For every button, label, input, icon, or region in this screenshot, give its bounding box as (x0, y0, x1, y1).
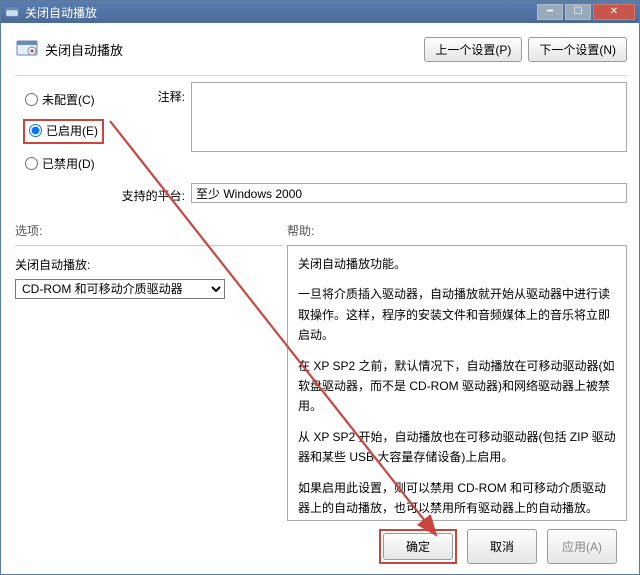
comment-label: 注释: (115, 82, 191, 183)
options-autoplay-label: 关闭自动播放: (15, 256, 283, 273)
section-headings: 选项: 帮助: (15, 222, 627, 239)
close-button[interactable]: ✕ (593, 4, 635, 20)
radio-disabled-label: 已禁用(D) (42, 155, 95, 172)
radio-enabled[interactable]: 已启用(E) (27, 121, 100, 140)
help-text: 在 XP SP2 之前，默认情况下，自动播放在可移动驱动器(如软盘驱动器，而不是… (298, 356, 616, 417)
help-text: 关闭自动播放功能。 (298, 254, 616, 274)
ok-button[interactable]: 确定 (383, 533, 453, 560)
radio-not-configured[interactable]: 未配置(C) (23, 90, 115, 109)
help-text: 如果启用此设置，则可以禁用 CD-ROM 和可移动介质驱动器上的自动播放，也可以… (298, 478, 616, 519)
content-area: 关闭自动播放 上一个设置(P) 下一个设置(N) 未配置(C) 已启用(E) (1, 23, 639, 574)
divider (15, 75, 627, 76)
annotation-ok-highlight: 确定 (379, 529, 457, 564)
radio-disabled[interactable]: 已禁用(D) (23, 154, 115, 173)
apply-button[interactable]: 应用(A) (547, 529, 617, 564)
prev-setting-button[interactable]: 上一个设置(P) (424, 37, 522, 62)
lower-panels: 关闭自动播放: CD-ROM 和可移动介质驱动器 关闭自动播放功能。 一旦将介质… (15, 245, 627, 521)
options-panel: 关闭自动播放: CD-ROM 和可移动介质驱动器 (15, 245, 283, 521)
comment-textarea[interactable] (191, 82, 627, 152)
policy-editor-window: 关闭自动播放 ━ ☐ ✕ 关闭自动播放 上一个设置(P) 下一个设置(N) 未配… (0, 0, 640, 575)
radio-disabled-input[interactable] (25, 157, 38, 170)
dialog-footer: 确定 取消 应用(A) (15, 521, 627, 564)
cancel-button[interactable]: 取消 (467, 529, 537, 564)
radio-not-configured-label: 未配置(C) (42, 91, 95, 108)
page-title: 关闭自动播放 (45, 40, 424, 59)
platform-field (191, 183, 627, 203)
minimize-button[interactable]: ━ (537, 4, 563, 20)
header-row: 关闭自动播放 上一个设置(P) 下一个设置(N) (15, 31, 627, 67)
options-heading: 选项: (15, 222, 287, 239)
help-text: 从 XP SP2 开始，自动播放也在可移动驱动器(包括 ZIP 驱动器和某些 U… (298, 427, 616, 468)
platform-label: 支持的平台: (115, 183, 191, 204)
config-area: 未配置(C) 已启用(E) 已禁用(D) 注释: 支持的平台: (15, 82, 627, 204)
app-icon (5, 5, 19, 19)
radio-not-configured-input[interactable] (25, 93, 38, 106)
radio-enabled-input[interactable] (29, 124, 42, 137)
autoplay-icon (15, 37, 39, 61)
annotation-enabled-highlight: 已启用(E) (23, 119, 104, 144)
autoplay-combo[interactable]: CD-ROM 和可移动介质驱动器 (15, 279, 225, 299)
radio-enabled-label: 已启用(E) (46, 122, 98, 139)
help-heading: 帮助: (287, 222, 627, 239)
window-title: 关闭自动播放 (25, 4, 97, 21)
config-radios: 未配置(C) 已启用(E) 已禁用(D) (15, 82, 115, 183)
help-text: 一旦将介质插入驱动器，自动播放就开始从驱动器中进行读取操作。这样，程序的安装文件… (298, 284, 616, 345)
title-bar: 关闭自动播放 ━ ☐ ✕ (1, 1, 639, 23)
next-setting-button[interactable]: 下一个设置(N) (528, 37, 627, 62)
maximize-button[interactable]: ☐ (565, 4, 591, 20)
help-panel[interactable]: 关闭自动播放功能。 一旦将介质插入驱动器，自动播放就开始从驱动器中进行读取操作。… (287, 245, 627, 521)
